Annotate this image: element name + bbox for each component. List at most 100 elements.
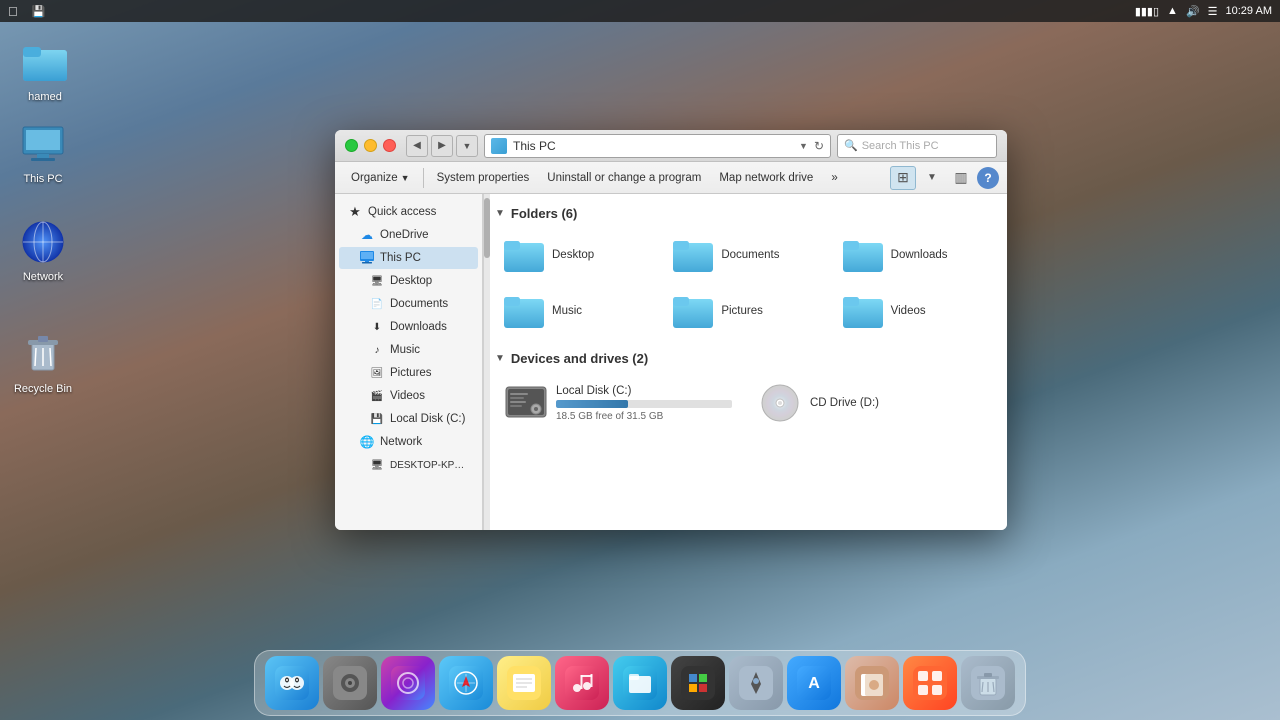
toolbar-separator-1 <box>423 168 424 188</box>
folder-item-videos[interactable]: Videos <box>834 287 995 335</box>
hdd-icon <box>504 383 548 423</box>
finder-menu[interactable]: 💾 <box>32 5 46 18</box>
quick-access-label: Quick access <box>368 206 436 218</box>
address-dropdown-icon[interactable]: ▼ <box>799 141 808 151</box>
sidebar-item-documents[interactable]: 📄 Documents <box>339 293 478 315</box>
dock-item-rocket[interactable] <box>729 656 783 710</box>
desktop-icon-this-pc[interactable]: This PC <box>8 120 78 186</box>
dock-item-system-prefs[interactable] <box>323 656 377 710</box>
folder-item-downloads[interactable]: Downloads <box>834 231 995 279</box>
desktop-icon-hamed[interactable]: hamed <box>10 38 80 104</box>
sidebar-item-desktop-kpt[interactable]: 🖥 DESKTOP-KPT6F… <box>339 454 478 476</box>
dock-item-app-store[interactable]: A <box>787 656 841 710</box>
folder-item-desktop[interactable]: Desktop <box>495 231 656 279</box>
view-dropdown-button[interactable]: ▼ <box>919 166 945 190</box>
desktop-icon-network[interactable]: Network <box>8 218 78 284</box>
dock-item-boot-camp[interactable] <box>671 656 725 710</box>
drive-item-c[interactable]: Local Disk (C:) 18.5 GB free of 31.5 GB <box>495 376 741 430</box>
documents-folder-icon <box>673 238 713 272</box>
toolbar: Organize ▼ System properties Uninstall o… <box>335 162 1007 194</box>
drive-d-info: CD Drive (D:) <box>810 397 986 409</box>
preview-pane-button[interactable]: ▥ <box>948 166 974 190</box>
address-bar[interactable]: This PC ▼ ↻ <box>484 134 831 158</box>
folder-item-music[interactable]: Music <box>495 287 656 335</box>
desktop-kpt-icon: 🖥 <box>369 457 385 473</box>
sidebar-item-network[interactable]: 🌐 Network <box>339 431 478 453</box>
cd-drive-icon <box>758 383 802 423</box>
sidebar-item-videos[interactable]: 🎬 Videos <box>339 385 478 407</box>
traffic-lights <box>345 139 396 152</box>
svg-text:A: A <box>808 675 820 692</box>
sidebar-item-music[interactable]: ♪ Music <box>339 339 478 361</box>
dock-item-safari[interactable] <box>439 656 493 710</box>
quick-access-icon: ★ <box>347 204 363 220</box>
folder-item-pictures[interactable]: Pictures <box>664 287 825 335</box>
pictures-sidebar-icon: 🖼 <box>369 365 385 381</box>
music-sidebar-icon: ♪ <box>369 342 385 358</box>
help-button[interactable]: ? <box>977 167 999 189</box>
up-button[interactable]: ▼ <box>456 135 478 157</box>
drive-item-d[interactable]: CD Drive (D:) <box>749 376 995 430</box>
dock-item-preview[interactable] <box>845 656 899 710</box>
sidebar-item-downloads[interactable]: ⬇ Downloads <box>339 316 478 338</box>
sidebar-item-quick-access[interactable]: ★ Quick access <box>339 201 478 223</box>
pictures-folder-label: Pictures <box>721 305 763 317</box>
downloads-sidebar-label: Downloads <box>390 321 447 333</box>
devices-toggle[interactable]: ▼ <box>495 353 505 364</box>
recycle-bin-desktop-icon <box>19 330 67 378</box>
system-properties-button[interactable]: System properties <box>429 166 538 190</box>
drive-c-name: Local Disk (C:) <box>556 385 732 397</box>
minimize-button[interactable] <box>364 139 377 152</box>
pictures-sidebar-label: Pictures <box>390 367 432 379</box>
apple-icon[interactable]:  <box>8 4 18 19</box>
back-button[interactable]: ◀ <box>406 135 428 157</box>
dock-item-finder[interactable] <box>265 656 319 710</box>
address-text: This PC <box>513 139 793 153</box>
desktop-icon-recycle-bin[interactable]: Recycle Bin <box>8 330 78 396</box>
drives-grid: Local Disk (C:) 18.5 GB free of 31.5 GB <box>495 376 995 430</box>
map-network-button[interactable]: Map network drive <box>711 166 821 190</box>
refresh-button[interactable]: ↻ <box>814 139 824 153</box>
sidebar-item-this-pc[interactable]: This PC <box>339 247 478 269</box>
drive-c-size: 18.5 GB free of 31.5 GB <box>556 411 732 422</box>
uninstall-button[interactable]: Uninstall or change a program <box>539 166 709 190</box>
content-area: ★ Quick access ☁ OneDrive <box>335 194 1007 530</box>
hamed-folder-icon <box>21 38 69 86</box>
dock-item-notes[interactable] <box>497 656 551 710</box>
network-sidebar-icon: 🌐 <box>359 434 375 450</box>
volume-icon: 🔊 <box>1186 5 1200 18</box>
menu-bar:  💾 ▮▮▮▯ ▲ 🔊 ☰ 10:29 AM <box>0 0 1280 22</box>
sidebar-scrollbar[interactable] <box>483 194 490 530</box>
folders-toggle[interactable]: ▼ <box>495 208 505 219</box>
sidebar-item-onedrive[interactable]: ☁ OneDrive <box>339 224 478 246</box>
organize-button[interactable]: Organize ▼ <box>343 166 418 190</box>
documents-sidebar-label: Documents <box>390 298 448 310</box>
forward-button[interactable]: ▶ <box>431 135 453 157</box>
dock-item-files[interactable] <box>613 656 667 710</box>
close-button[interactable] <box>383 139 396 152</box>
folder-item-documents[interactable]: Documents <box>664 231 825 279</box>
search-bar[interactable]: 🔍 Search This PC <box>837 134 997 158</box>
sidebar-scrollbar-thumb[interactable] <box>484 198 490 258</box>
dock-item-music[interactable] <box>555 656 609 710</box>
hamed-icon-label: hamed <box>28 90 62 104</box>
sidebar-item-pictures[interactable]: 🖼 Pictures <box>339 362 478 384</box>
dock-item-mosaic[interactable] <box>903 656 957 710</box>
documents-folder-label: Documents <box>721 249 779 261</box>
desktop-sidebar-icon: 🖥 <box>369 273 385 289</box>
local-disk-sidebar-icon: 💾 <box>369 411 385 427</box>
network-desktop-icon <box>19 218 67 266</box>
more-toolbar-button[interactable]: » <box>823 166 845 190</box>
maximize-button[interactable] <box>345 139 358 152</box>
search-placeholder: Search This PC <box>862 140 939 152</box>
desktop-kpt-label: DESKTOP-KPT6F… <box>390 460 470 471</box>
sidebar-item-desktop[interactable]: 🖥 Desktop <box>339 270 478 292</box>
folders-section-header: ▼ Folders (6) <box>495 206 995 221</box>
dock-item-trash[interactable] <box>961 656 1015 710</box>
view-details-button[interactable]: ⊞ <box>890 166 916 190</box>
sidebar-wrapper: ★ Quick access ☁ OneDrive <box>335 194 483 530</box>
sidebar-item-local-disk[interactable]: 💾 Local Disk (C:) <box>339 408 478 430</box>
dock-item-game-center[interactable] <box>381 656 435 710</box>
nav-buttons: ◀ ▶ ▼ <box>406 135 478 157</box>
pictures-folder-icon <box>673 294 713 328</box>
